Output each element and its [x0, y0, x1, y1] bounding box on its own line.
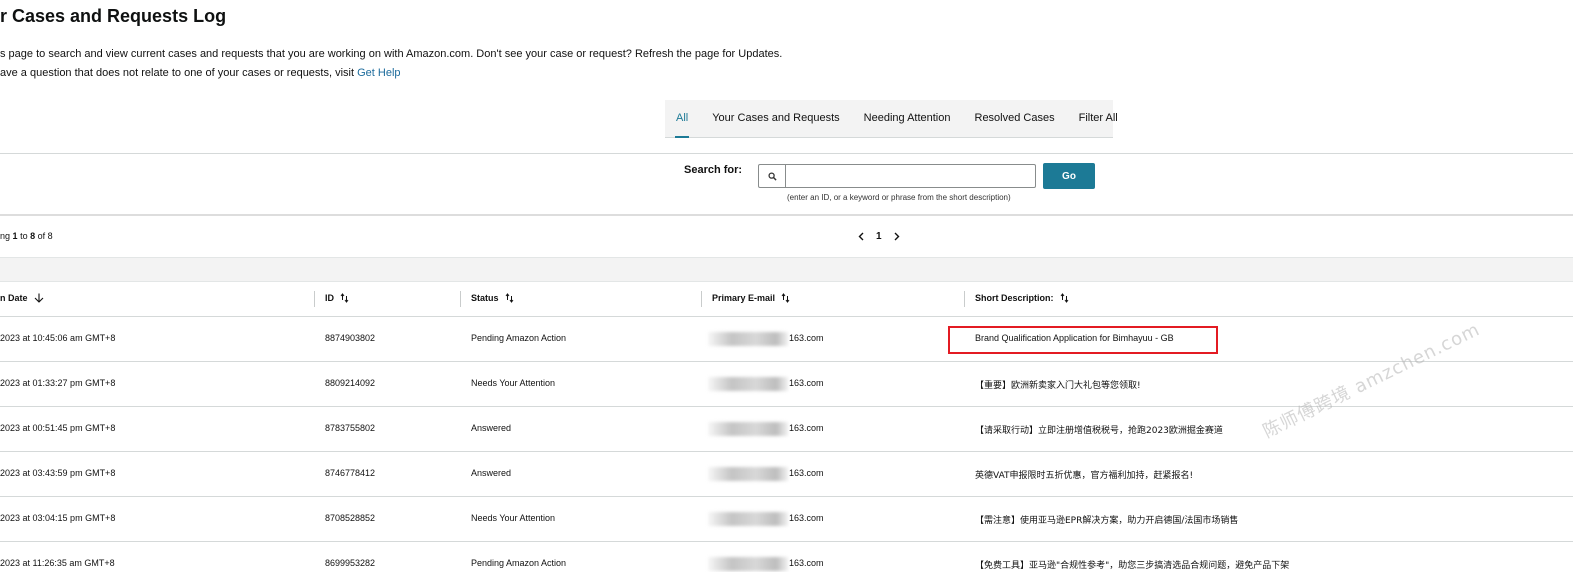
table-row[interactable]: 2023 at 03:43:59 pm GMT+8 8746778412 Ans… [0, 452, 1573, 497]
results-count: ng 1 to 8 of 8 [0, 231, 53, 241]
column-description-label: Short Description: [975, 293, 1054, 303]
redacted-blur [708, 422, 788, 436]
chevron-right-icon[interactable] [891, 229, 903, 243]
row-description[interactable]: 【重要】欧洲新卖家入门大礼包等您领取! [975, 378, 1141, 391]
tab-needing-attention[interactable]: Needing Attention [864, 100, 951, 138]
search-icon [759, 165, 786, 187]
column-description[interactable]: Short Description: [975, 293, 1069, 303]
column-email-label: Primary E-mail [712, 293, 776, 303]
row-status: Needs Your Attention [471, 378, 556, 388]
row-date: 2023 at 03:43:59 pm GMT+8 [0, 468, 116, 478]
column-id[interactable]: ID [325, 293, 349, 303]
row-description[interactable]: 英德VAT申报限时五折优惠，官方福利加持，赶紧报名! [975, 468, 1193, 481]
column-email[interactable]: Primary E-mail [712, 293, 790, 303]
row-date: 2023 at 01:33:27 pm GMT+8 [0, 378, 116, 388]
get-help-link[interactable]: Get Help [357, 67, 400, 79]
column-id-label: ID [325, 293, 334, 303]
search-input[interactable] [786, 165, 1035, 187]
highlight-annotation [948, 326, 1218, 354]
chevron-left-icon[interactable] [855, 229, 867, 243]
row-email: 163.com [708, 418, 838, 440]
row-description[interactable]: 【免费工具】亚马逊"合规性参考"，助您三步搞清选品合规问题，避免产品下架 [975, 558, 1289, 571]
table-row[interactable]: 2023 at 00:51:45 pm GMT+8 8783755802 Ans… [0, 407, 1573, 452]
row-id[interactable]: 8708528852 [325, 513, 375, 523]
column-date-label: n Date [0, 293, 28, 303]
row-email: 163.com [708, 328, 838, 350]
row-date: 2023 at 11:26:35 am GMT+8 [0, 558, 115, 568]
results-from: 1 [12, 231, 18, 241]
row-status: Answered [471, 468, 512, 478]
results-to: 8 [30, 231, 36, 241]
redacted-blur [708, 512, 788, 526]
current-page[interactable]: 1 [876, 231, 882, 242]
search-label: Search for: [684, 164, 743, 176]
results-prefix: ng [0, 231, 11, 241]
redacted-blur [708, 377, 788, 391]
results-to-word: to [20, 231, 28, 241]
divider [0, 153, 1573, 154]
row-email: 163.com [708, 463, 838, 485]
row-email: 163.com [708, 508, 838, 530]
row-email: 163.com [708, 553, 838, 572]
row-description[interactable]: 【请采取行动】立即注册增值税税号，抢跑2023欧洲掘金赛道 [975, 423, 1223, 436]
pagination: 1 [855, 229, 903, 243]
intro-text: s page to search and view current cases … [0, 48, 783, 60]
column-separator [964, 291, 965, 307]
row-date: 2023 at 00:51:45 pm GMT+8 [0, 423, 116, 433]
column-status-label: Status [471, 293, 499, 303]
sort-icon [1060, 293, 1069, 303]
go-button[interactable]: Go [1043, 163, 1095, 189]
row-status: Answered [471, 423, 512, 433]
results-of-word: of [37, 231, 46, 241]
intro-help-text: ave a question that does not relate to o… [0, 67, 358, 79]
page-title: r Cases and Requests Log [0, 6, 227, 26]
table-row[interactable]: 2023 at 11:26:35 am GMT+8 8699953282 Pen… [0, 542, 1573, 572]
row-status: Pending Amazon Action [471, 558, 567, 568]
row-email: 163.com [708, 373, 838, 395]
row-id[interactable]: 8874903802 [325, 333, 375, 343]
arrow-down-icon [34, 293, 44, 303]
tab-your-cases[interactable]: Your Cases and Requests [712, 100, 839, 138]
row-status: Needs Your Attention [471, 513, 556, 523]
divider [0, 214, 1573, 216]
column-date[interactable]: n Date [0, 293, 44, 303]
table-toolbar [0, 257, 1573, 282]
tab-resolved-cases[interactable]: Resolved Cases [975, 100, 1055, 138]
results-total: 8 [47, 231, 53, 241]
row-id[interactable]: 8783755802 [325, 423, 375, 433]
redacted-blur [708, 467, 788, 481]
tab-all[interactable]: All [674, 100, 690, 138]
intro-help-line: ave a question that does not relate to o… [0, 67, 401, 79]
case-tabs: All Your Cases and Requests Needing Atte… [665, 100, 1118, 138]
row-status: Pending Amazon Action [471, 333, 567, 343]
row-id[interactable]: 8746778412 [325, 468, 375, 478]
redacted-blur [708, 332, 788, 346]
sort-icon [340, 293, 349, 303]
column-separator [314, 291, 315, 307]
sort-icon [505, 293, 514, 303]
row-id[interactable]: 8809214092 [325, 378, 375, 388]
column-separator [460, 291, 461, 307]
table-row[interactable]: 2023 at 10:45:06 am GMT+8 8874903802 Pen… [0, 317, 1573, 362]
tab-filter-all[interactable]: Filter All [1079, 100, 1118, 138]
row-description[interactable]: 【需注意】使用亚马逊EPR解决方案，助力开启德国/法国市场销售 [975, 513, 1238, 526]
column-separator [701, 291, 702, 307]
column-status[interactable]: Status [471, 293, 514, 303]
search-box [758, 164, 1036, 188]
row-date: 2023 at 10:45:06 am GMT+8 [0, 333, 116, 343]
table-row[interactable]: 2023 at 03:04:15 pm GMT+8 8708528852 Nee… [0, 497, 1573, 542]
row-date: 2023 at 03:04:15 pm GMT+8 [0, 513, 116, 523]
sort-icon [781, 293, 790, 303]
redacted-blur [708, 557, 788, 571]
row-id[interactable]: 8699953282 [325, 558, 375, 568]
search-hint: (enter an ID, or a keyword or phrase fro… [787, 193, 1011, 202]
